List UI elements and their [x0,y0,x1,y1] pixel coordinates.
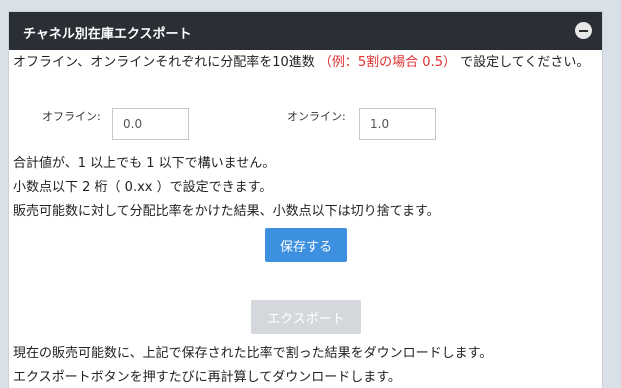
note-sum: 合計値が、1 以上でも 1 以下で構いません。 [13,156,276,171]
intro-text: オフライン、オンラインそれぞれに分配率を10進数 （例：5割の場合 0.5） で… [13,55,601,70]
minus-circle-icon[interactable] [575,22,592,39]
export-button[interactable]: エクスポート [251,300,361,334]
offline-rate-input[interactable] [112,108,189,140]
minus-bar [579,29,588,32]
intro-example: （例：5割の場合 0.5） [318,55,456,70]
export-note-recalc: エクスポートボタンを押すたびに再計算してダウンロードします。 [13,370,401,385]
note-decimals: 小数点以下 2 桁（ 0.xx ）で設定できます。 [13,180,273,195]
offline-label: オフライン: [42,110,101,123]
panel-body: オフライン、オンラインそれぞれに分配率を10進数 （例：5割の場合 0.5） で… [9,50,602,388]
intro-after: で設定してください。 [460,55,590,70]
intro-before: オフライン、オンラインそれぞれに分配率を10進数 [13,55,315,70]
panel-header: チャネル別在庫エクスポート [9,12,602,50]
online-rate-input[interactable] [359,108,436,140]
save-button[interactable]: 保存する [265,228,347,262]
online-label: オンライン: [287,110,346,123]
panel-title: チャネル別在庫エクスポート [23,27,192,42]
channel-export-panel: チャネル別在庫エクスポート オフライン、オンラインそれぞれに分配率を10進数 （… [8,11,603,388]
export-note-download: 現在の販売可能数に、上記で保存された比率で割った結果をダウンロードします。 [13,346,493,361]
note-truncate: 販売可能数に対して分配比率をかけた結果、小数点以下は切り捨てます。 [13,204,440,219]
